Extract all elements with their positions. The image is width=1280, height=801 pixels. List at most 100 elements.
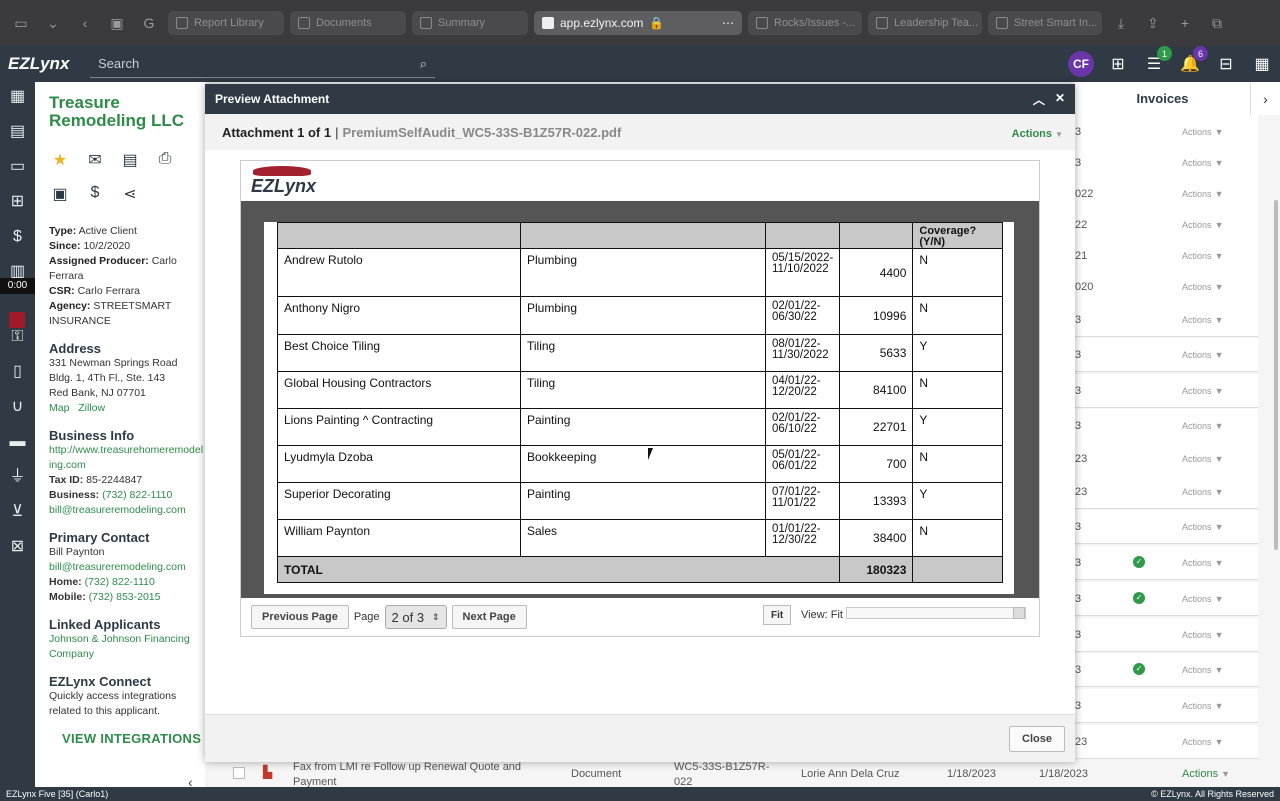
row-actions-button[interactable]: Actions ▼ (1182, 593, 1224, 605)
row-actions-button[interactable]: Actions ▼ (1182, 281, 1224, 293)
collapse-sidebar-icon[interactable]: ‹ (188, 774, 193, 787)
previous-page-button[interactable]: Previous Page (251, 605, 349, 629)
table-row[interactable]: 23 Actions ▼ (1075, 725, 1258, 759)
printer-icon[interactable]: ⎙ (154, 150, 176, 170)
close-icon[interactable]: ✕ (1055, 91, 1065, 108)
row-actions-button[interactable]: Actions ▼ (1182, 314, 1224, 326)
org-icon[interactable]: ⊞ (7, 193, 29, 211)
table-row[interactable]: 3 ✓ Actions ▼ (1075, 582, 1258, 616)
row-actions-button[interactable]: Actions ▼ (1182, 453, 1224, 465)
row-actions-button[interactable]: Actions ▼ (1182, 219, 1224, 231)
download-icon[interactable]: ⤓ (1108, 11, 1134, 35)
row-actions-button[interactable]: Actions ▼ (1182, 700, 1224, 712)
share-icon[interactable]: ⋖ (119, 184, 141, 204)
primary-email-link[interactable]: bill@treasureremodeling.com (49, 560, 205, 575)
table-row[interactable]: 22 Actions ▼ (1075, 208, 1258, 242)
zoom-slider-handle[interactable] (1013, 607, 1025, 619)
row-actions-button[interactable]: Actions ▼ (1182, 349, 1224, 361)
key-icon[interactable]: ⚿ (7, 328, 29, 346)
tab-group-g-icon[interactable]: G (136, 11, 162, 35)
table-row[interactable]: 022 Actions ▼ (1075, 177, 1258, 211)
table-row[interactable]: 23 Actions ▼ (1075, 442, 1258, 476)
folder-icon[interactable]: ▭ (7, 158, 29, 176)
row-actions-button[interactable]: Actions ▼ (1182, 385, 1224, 397)
browser-tab[interactable]: Leadership Tea... (868, 11, 982, 35)
table-row[interactable]: 3 Actions ▼ (1075, 146, 1258, 180)
new-tab-icon[interactable]: + (1172, 11, 1198, 35)
table-row[interactable]: 3 Actions ▼ (1075, 303, 1258, 337)
row-actions-button[interactable]: Actions ▼ (1182, 157, 1224, 169)
chevron-right-icon[interactable]: › (1250, 82, 1280, 115)
record-stop-icon[interactable] (9, 312, 25, 328)
row-actions-button[interactable]: Actions ▼ (1182, 250, 1224, 262)
row-actions-button[interactable]: Actions ▼ (1182, 486, 1224, 498)
table-row[interactable]: 3 Actions ▼ (1075, 510, 1258, 544)
linked-applicant-link[interactable]: Johnson & Johnson Financing Company (49, 632, 205, 662)
row-actions-button[interactable]: Actions ▼ (1182, 629, 1224, 641)
table-row[interactable]: 3 ✓ Actions ▼ (1075, 653, 1258, 687)
next-page-button[interactable]: Next Page (451, 605, 527, 629)
mobile-phone-link[interactable]: (732) 853-2015 (89, 591, 161, 603)
new-document-icon[interactable]: ⊞ (1106, 54, 1130, 74)
contacts-icon[interactable]: ▤ (7, 123, 29, 141)
mail-icon[interactable]: ✉ (84, 150, 106, 170)
table-row[interactable]: 3 ✓ Actions ▼ (1075, 546, 1258, 580)
row-actions-button[interactable]: Actions ▼ (1182, 420, 1224, 432)
close-button[interactable]: Close (1009, 726, 1065, 752)
chevron-down-icon[interactable]: ⌄ (40, 11, 66, 35)
dashboard-icon[interactable]: ▦ (7, 88, 29, 106)
back-icon[interactable]: ‹ (72, 11, 98, 35)
row-actions-button[interactable]: Actions ▼ (1182, 768, 1230, 780)
row-checkbox[interactable] (233, 767, 245, 779)
map-link[interactable]: Map (49, 402, 69, 414)
view-integrations-button[interactable]: VIEW INTEGRATIONS (49, 731, 205, 746)
row-actions-button[interactable]: Actions ▼ (1182, 736, 1224, 748)
task-list-icon[interactable]: ☰ 1 (1142, 46, 1172, 74)
minimize-icon[interactable]: ︿ (1033, 91, 1045, 108)
table-row[interactable]: 3 Actions ▼ (1075, 689, 1258, 723)
browser-tab[interactable]: Summary (412, 11, 528, 35)
briefcase-icon[interactable]: ▬ (7, 433, 29, 451)
home-phone-link[interactable]: (732) 822-1110 (85, 576, 155, 588)
browser-tab[interactable]: Documents (290, 11, 406, 35)
magnet-icon[interactable]: ∪ (7, 398, 29, 416)
table-row[interactable]: 23 Actions ▼ (1075, 475, 1258, 509)
plug-icon[interactable]: ⏚ (7, 468, 29, 486)
website-link[interactable]: http://www.treasurehomeremodeling.com (49, 443, 205, 473)
table-row[interactable]: 3 Actions ▼ (1075, 338, 1258, 372)
page-select[interactable]: 2 of 3 ⇕ (384, 605, 447, 629)
zoom-slider[interactable] (846, 607, 1026, 619)
share-icon[interactable]: ⇪ (1140, 11, 1166, 35)
row-actions-button[interactable]: Actions ▼ (1182, 521, 1224, 533)
tab-group-icon[interactable]: ▣ (104, 11, 130, 35)
sidebar-toggle-icon[interactable]: ▭ (8, 11, 34, 35)
browser-tab[interactable]: Report Library (168, 11, 284, 35)
row-actions-button[interactable]: Actions ▼ (1182, 557, 1224, 569)
browser-tab[interactable]: Rocks/Issues -... (748, 11, 862, 35)
more-icon[interactable]: ⋯ (722, 16, 734, 30)
browser-tab[interactable]: Street Smart In... (988, 11, 1102, 35)
zillow-link[interactable]: Zillow (78, 402, 105, 414)
grid-icon[interactable]: ▦ (1250, 54, 1274, 74)
org-chart-icon[interactable]: ⊟ (1214, 54, 1238, 74)
ezlynx-logo[interactable]: EZLynx (0, 46, 80, 82)
document-area[interactable]: Coverage? (Y/N) Andrew Rutolo Plumbing 05/… (241, 201, 1039, 598)
row-actions-button[interactable]: Actions ▼ (1182, 664, 1224, 676)
gift-icon[interactable]: ⊠ (7, 538, 29, 556)
star-icon[interactable]: ★ (49, 150, 71, 170)
search-input[interactable]: Search ⌕ (90, 50, 435, 78)
billing-icon[interactable]: $ (7, 228, 29, 246)
browser-tab-active[interactable]: app.ezlynx.com 🔒 ⋯ (534, 11, 742, 35)
id-card-icon[interactable]: ▣ (49, 184, 71, 204)
search-icon[interactable]: ⌕ (420, 56, 427, 72)
row-actions-button[interactable]: Actions ▼ (1182, 188, 1224, 200)
attachment-actions-button[interactable]: Actions ▼ (1012, 128, 1063, 140)
table-row[interactable]: 21 Actions ▼ (1075, 239, 1258, 273)
row-actions-button[interactable]: Actions ▼ (1182, 126, 1224, 138)
table-row[interactable]: 3 Actions ▼ (1075, 115, 1258, 149)
business-phone-link[interactable]: (732) 822-1110 (102, 489, 172, 501)
table-row[interactable]: 3 Actions ▼ (1075, 409, 1258, 443)
bell-icon[interactable]: 🔔 6 (1178, 46, 1208, 74)
avatar[interactable]: CF (1068, 51, 1094, 77)
fit-button[interactable]: Fit (763, 605, 792, 625)
